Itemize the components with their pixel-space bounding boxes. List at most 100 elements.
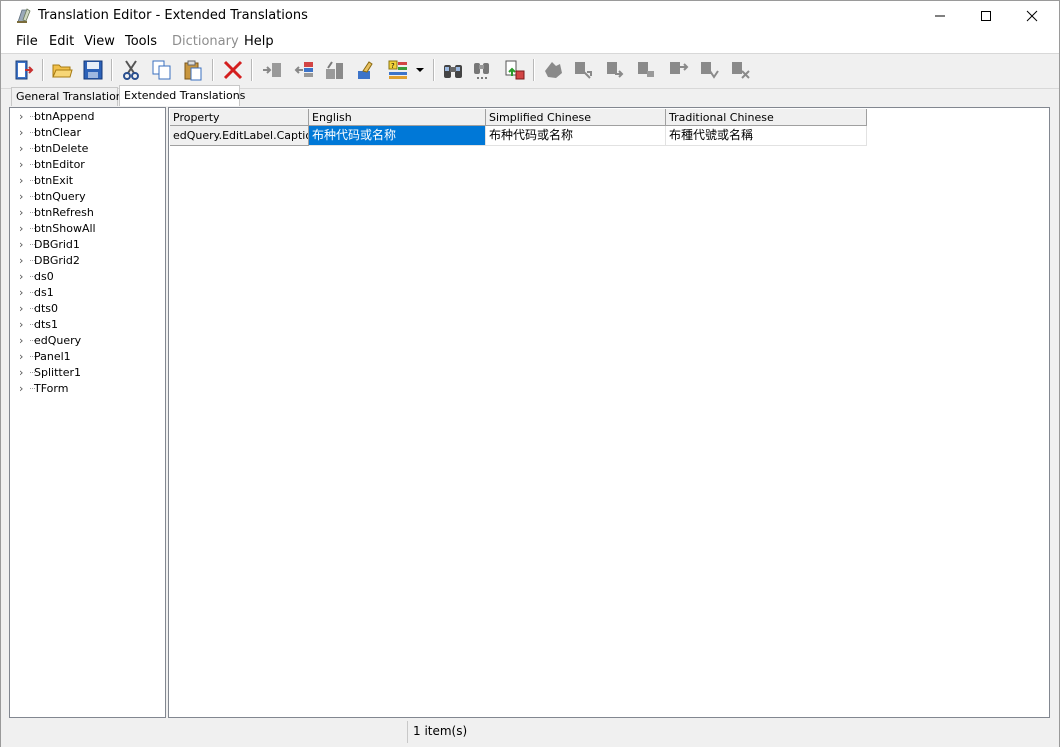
cell-simplified-chinese[interactable]: 布种代码或名称 <box>486 126 666 146</box>
tree-item-label: btnShowAll <box>34 222 96 235</box>
tree-item[interactable]: › btnExit <box>10 173 165 189</box>
tool-d-button[interactable] <box>634 58 658 82</box>
find-button[interactable] <box>441 58 465 82</box>
chevron-right-icon[interactable]: › <box>19 286 23 299</box>
copy-button[interactable] <box>150 58 174 82</box>
maximize-button[interactable] <box>963 1 1009 31</box>
update-icon <box>505 60 525 80</box>
chevron-right-icon[interactable]: › <box>19 238 23 251</box>
tree-item[interactable]: › ds0 <box>10 269 165 285</box>
tool-c-button[interactable] <box>603 58 627 82</box>
cell-traditional-chinese[interactable]: 布種代號或名稱 <box>666 126 867 146</box>
tree-item[interactable]: › ds1 <box>10 285 165 301</box>
find-icon <box>444 65 462 78</box>
save-icon <box>83 60 103 80</box>
export-button[interactable] <box>292 58 316 82</box>
exit-button[interactable] <box>12 58 36 82</box>
tree-item[interactable]: › DBGrid1 <box>10 237 165 253</box>
menu-help[interactable]: Help <box>244 34 274 49</box>
tool-a-button[interactable] <box>541 58 565 82</box>
copy-icon <box>152 60 171 80</box>
chevron-right-icon[interactable]: › <box>19 190 23 203</box>
toolbar-separator <box>42 59 44 81</box>
chevron-right-icon[interactable]: › <box>19 142 23 155</box>
menu-dictionary[interactable]: Dictionary <box>172 34 239 49</box>
tree-item[interactable]: › dts1 <box>10 317 165 333</box>
cut-button[interactable] <box>119 58 143 82</box>
toolbar-separator <box>212 59 214 81</box>
import-button[interactable] <box>260 58 284 82</box>
menu-view[interactable]: View <box>84 34 115 49</box>
tool-g-icon <box>732 62 750 79</box>
column-header-english[interactable]: English <box>309 109 486 126</box>
tree-item[interactable]: › btnRefresh <box>10 205 165 221</box>
tree-item[interactable]: › btnDelete <box>10 141 165 157</box>
tab-extended-translations[interactable]: Extended Translations <box>119 85 245 106</box>
chevron-right-icon[interactable]: › <box>19 222 23 235</box>
tree-item[interactable]: › DBGrid2 <box>10 253 165 269</box>
delete-button[interactable] <box>221 58 245 82</box>
close-button[interactable] <box>1009 1 1055 31</box>
tree-item-label: btnClear <box>34 126 82 139</box>
cell-property[interactable]: edQuery.EditLabel.Caption <box>170 126 309 146</box>
chevron-right-icon[interactable]: › <box>19 270 23 283</box>
chevron-right-icon[interactable]: › <box>19 366 23 379</box>
tree-item[interactable]: › Splitter1 <box>10 365 165 381</box>
minimize-button[interactable] <box>917 1 963 31</box>
tool-g-button[interactable] <box>728 58 752 82</box>
highlight-icon: ? <box>388 60 407 79</box>
clear-button[interactable] <box>354 58 378 82</box>
tree-item-label: btnQuery <box>34 190 86 203</box>
translate-button[interactable] <box>323 58 347 82</box>
chevron-right-icon[interactable]: › <box>19 110 23 123</box>
chevron-right-icon[interactable]: › <box>19 318 23 331</box>
update-button[interactable] <box>502 58 526 82</box>
column-header-property[interactable]: Property <box>170 109 309 126</box>
translation-app-icon <box>17 8 31 23</box>
open-button[interactable] <box>50 58 74 82</box>
chevron-right-icon[interactable]: › <box>19 126 23 139</box>
tool-d-icon <box>638 62 654 77</box>
tool-b-button[interactable] <box>571 58 595 82</box>
tool-e-button[interactable] <box>666 58 690 82</box>
tool-f-button[interactable] <box>697 58 721 82</box>
chevron-right-icon[interactable]: › <box>19 206 23 219</box>
tree-item[interactable]: › btnEditor <box>10 157 165 173</box>
translation-grid[interactable]: Property English Simplified Chinese Trad… <box>168 107 1050 718</box>
chevron-right-icon[interactable]: › <box>19 350 23 363</box>
tree-item[interactable]: › btnAppend <box>10 109 165 125</box>
toolbar-separator <box>111 59 113 81</box>
tree-item-label: DBGrid2 <box>34 254 80 267</box>
menu-edit[interactable]: Edit <box>49 34 74 49</box>
paste-icon <box>184 60 202 81</box>
chevron-right-icon[interactable]: › <box>19 302 23 315</box>
menu-file[interactable]: File <box>16 34 38 49</box>
chevron-right-icon[interactable]: › <box>19 174 23 187</box>
cell-english[interactable]: 布种代码或名称 <box>309 126 486 146</box>
find-next-button[interactable] <box>471 58 495 82</box>
tree-item-label: btnEditor <box>34 158 85 171</box>
tree-item-label: Panel1 <box>34 350 71 363</box>
chevron-right-icon[interactable]: › <box>19 158 23 171</box>
chevron-right-icon[interactable]: › <box>19 382 23 395</box>
tree-item[interactable]: › btnQuery <box>10 189 165 205</box>
save-button[interactable] <box>81 58 105 82</box>
tool-f-icon <box>701 62 719 79</box>
menu-tools[interactable]: Tools <box>125 34 157 49</box>
tab-general-translations[interactable]: General Translations <box>11 87 129 106</box>
tree-item[interactable]: › btnShowAll <box>10 221 165 237</box>
tree-item[interactable]: › edQuery <box>10 333 165 349</box>
tree-item[interactable]: › Panel1 <box>10 349 165 365</box>
chevron-right-icon[interactable]: › <box>19 254 23 267</box>
tree-item[interactable]: › TForm <box>10 381 165 397</box>
column-header-traditional-chinese[interactable]: Traditional Chinese <box>666 109 867 126</box>
tree-item[interactable]: › dts0 <box>10 301 165 317</box>
toolbar-separator <box>533 59 535 81</box>
highlight-dropdown-button[interactable] <box>413 58 427 82</box>
highlight-button[interactable]: ? <box>386 58 410 82</box>
chevron-right-icon[interactable]: › <box>19 334 23 347</box>
paste-button[interactable] <box>181 58 205 82</box>
component-tree[interactable]: › btnAppend › btnClear › btnDelete › btnEditor ›… <box>9 107 166 718</box>
tree-item[interactable]: › btnClear <box>10 125 165 141</box>
column-header-simplified-chinese[interactable]: Simplified Chinese <box>486 109 666 126</box>
